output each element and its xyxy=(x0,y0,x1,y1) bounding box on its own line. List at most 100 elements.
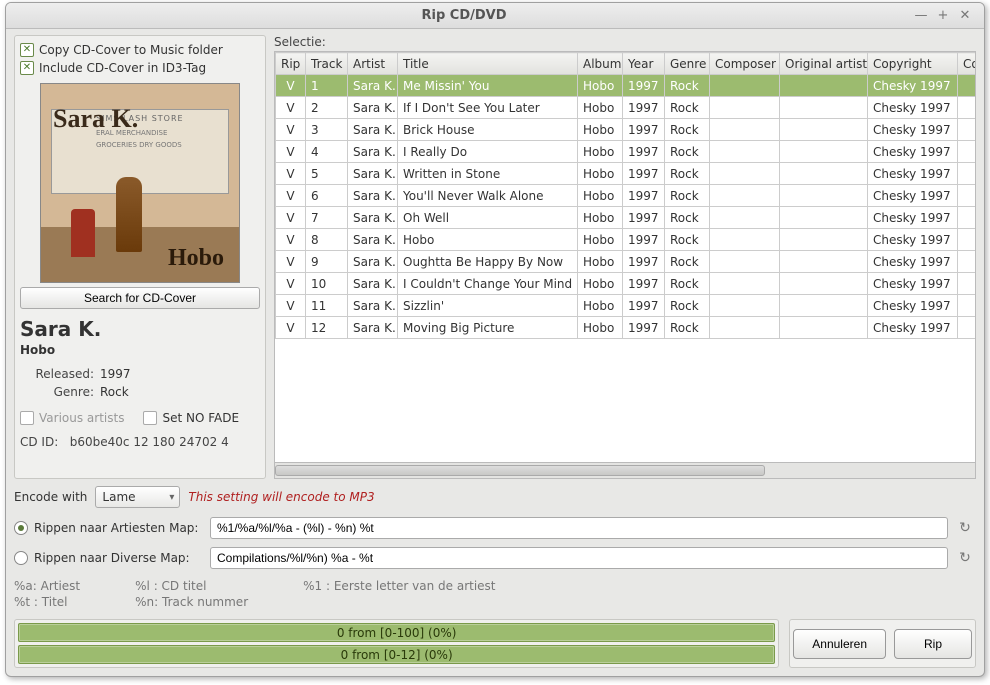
cell[interactable] xyxy=(780,273,868,295)
cell[interactable]: Sara K. xyxy=(348,251,398,273)
column-header[interactable]: Album xyxy=(578,53,623,75)
cell[interactable]: 1 xyxy=(306,75,348,97)
cell[interactable]: Oh Well xyxy=(398,207,578,229)
refresh-icon[interactable]: ↻ xyxy=(954,547,976,569)
cell[interactable]: 1997 xyxy=(623,295,665,317)
cell[interactable]: 6 xyxy=(306,185,348,207)
cell[interactable]: Hobo xyxy=(578,317,623,339)
cell[interactable]: Sara K. xyxy=(348,163,398,185)
cell[interactable] xyxy=(710,317,780,339)
table-row[interactable]: V10Sara K.I Couldn't Change Your MindHob… xyxy=(276,273,977,295)
column-header[interactable]: Year xyxy=(623,53,665,75)
cell[interactable]: Rock xyxy=(665,251,710,273)
cell[interactable]: Hobo xyxy=(578,207,623,229)
cell[interactable]: V xyxy=(276,295,306,317)
table-row[interactable]: V7Sara K.Oh WellHobo1997RockChesky 1997 xyxy=(276,207,977,229)
cell[interactable]: Rock xyxy=(665,317,710,339)
cell[interactable]: 4 xyxy=(306,141,348,163)
cell[interactable] xyxy=(958,97,977,119)
cell[interactable] xyxy=(958,141,977,163)
cell[interactable]: Rock xyxy=(665,119,710,141)
cell[interactable]: Rock xyxy=(665,229,710,251)
cell[interactable]: V xyxy=(276,75,306,97)
column-header[interactable]: Artist xyxy=(348,53,398,75)
cell[interactable]: You'll Never Walk Alone xyxy=(398,185,578,207)
cell[interactable]: Sara K. xyxy=(348,141,398,163)
maximize-icon[interactable]: + xyxy=(934,7,952,25)
set-nofade-checkbox[interactable]: Set NO FADE xyxy=(143,411,239,425)
cell[interactable]: Sara K. xyxy=(348,317,398,339)
diverse-map-input[interactable] xyxy=(210,547,948,569)
cell[interactable]: Rock xyxy=(665,75,710,97)
cell[interactable]: V xyxy=(276,317,306,339)
cell[interactable]: Rock xyxy=(665,207,710,229)
cell[interactable]: Sara K. xyxy=(348,185,398,207)
cell[interactable] xyxy=(780,317,868,339)
cell[interactable]: Sara K. xyxy=(348,273,398,295)
cell[interactable] xyxy=(780,185,868,207)
table-row[interactable]: V4Sara K.I Really DoHobo1997RockChesky 1… xyxy=(276,141,977,163)
column-header[interactable]: Original artist xyxy=(780,53,868,75)
cell[interactable]: Brick House xyxy=(398,119,578,141)
cell[interactable] xyxy=(710,273,780,295)
cell[interactable]: Sara K. xyxy=(348,229,398,251)
cell[interactable] xyxy=(710,251,780,273)
cell[interactable]: Hobo xyxy=(578,251,623,273)
table-row[interactable]: V11Sara K.Sizzlin'Hobo1997RockChesky 199… xyxy=(276,295,977,317)
cell[interactable]: Rock xyxy=(665,295,710,317)
cell[interactable]: Chesky 1997 xyxy=(868,163,958,185)
cell[interactable]: 3 xyxy=(306,119,348,141)
cell[interactable]: Me Missin' You xyxy=(398,75,578,97)
cell[interactable]: 12 xyxy=(306,317,348,339)
cell[interactable]: Hobo xyxy=(578,295,623,317)
table-row[interactable]: V2Sara K.If I Don't See You LaterHobo199… xyxy=(276,97,977,119)
cell[interactable] xyxy=(958,229,977,251)
table-row[interactable]: V12Sara K.Moving Big PictureHobo1997Rock… xyxy=(276,317,977,339)
table-row[interactable]: V6Sara K.You'll Never Walk AloneHobo1997… xyxy=(276,185,977,207)
cell[interactable]: Chesky 1997 xyxy=(868,75,958,97)
cell[interactable] xyxy=(710,75,780,97)
cell[interactable]: Oughtta Be Happy By Now xyxy=(398,251,578,273)
cell[interactable] xyxy=(958,251,977,273)
cell[interactable]: 1997 xyxy=(623,75,665,97)
cell[interactable]: 7 xyxy=(306,207,348,229)
cell[interactable] xyxy=(958,295,977,317)
cell[interactable]: 2 xyxy=(306,97,348,119)
include-cover-checkbox[interactable]: ✕ Include CD-Cover in ID3-Tag xyxy=(20,59,260,77)
cell[interactable]: 5 xyxy=(306,163,348,185)
cell[interactable]: V xyxy=(276,97,306,119)
table-row[interactable]: V1Sara K.Me Missin' YouHobo1997RockChesk… xyxy=(276,75,977,97)
cell[interactable]: Rock xyxy=(665,185,710,207)
cell[interactable]: Hobo xyxy=(578,97,623,119)
horizontal-scrollbar[interactable] xyxy=(275,462,975,478)
cell[interactable]: 1997 xyxy=(623,273,665,295)
cell[interactable]: Chesky 1997 xyxy=(868,295,958,317)
cell[interactable] xyxy=(710,97,780,119)
cell[interactable] xyxy=(710,207,780,229)
cell[interactable]: Hobo xyxy=(578,141,623,163)
cell[interactable]: V xyxy=(276,229,306,251)
column-header[interactable]: Genre xyxy=(665,53,710,75)
cell[interactable]: V xyxy=(276,185,306,207)
cell[interactable] xyxy=(780,97,868,119)
cell[interactable]: Written in Stone xyxy=(398,163,578,185)
diverse-map-radio[interactable] xyxy=(14,551,28,565)
cell[interactable] xyxy=(780,229,868,251)
cell[interactable]: Chesky 1997 xyxy=(868,97,958,119)
rip-button[interactable]: Rip xyxy=(894,629,972,659)
cell[interactable]: 1997 xyxy=(623,185,665,207)
refresh-icon[interactable]: ↻ xyxy=(954,517,976,539)
column-header[interactable]: Track xyxy=(306,53,348,75)
cell[interactable]: 1997 xyxy=(623,251,665,273)
cell[interactable]: V xyxy=(276,163,306,185)
cell[interactable] xyxy=(780,163,868,185)
artist-map-input[interactable] xyxy=(210,517,948,539)
cell[interactable]: 1997 xyxy=(623,229,665,251)
track-table[interactable]: RipTrackArtistTitleAlbumYearGenreCompose… xyxy=(274,51,976,479)
cell[interactable]: 8 xyxy=(306,229,348,251)
cell[interactable] xyxy=(780,251,868,273)
close-icon[interactable]: ✕ xyxy=(956,7,974,25)
cell[interactable]: 11 xyxy=(306,295,348,317)
cell[interactable]: Hobo xyxy=(578,119,623,141)
cell[interactable]: Moving Big Picture xyxy=(398,317,578,339)
